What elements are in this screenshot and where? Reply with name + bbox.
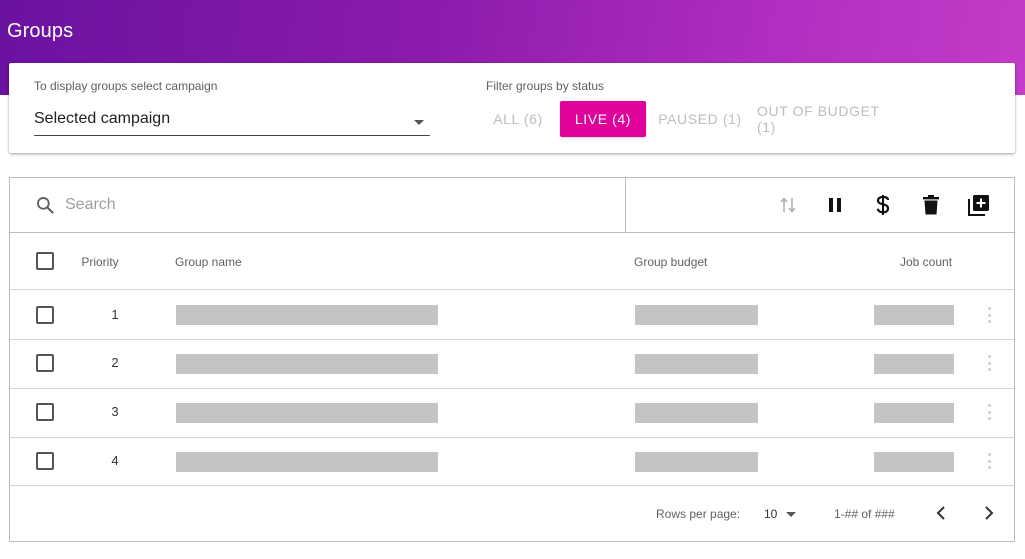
rows-per-page-select[interactable]: 10	[764, 505, 800, 523]
group-budget-placeholder	[635, 403, 758, 423]
search-box	[10, 178, 626, 232]
status-filter-paused[interactable]: PAUSED (1)	[657, 101, 743, 137]
chevron-right-icon	[985, 506, 994, 520]
column-header-group-budget[interactable]: Group budget	[634, 255, 707, 269]
row-more-icon[interactable]	[983, 451, 995, 471]
group-name-placeholder	[176, 354, 438, 374]
group-name-placeholder	[176, 403, 438, 423]
row-checkbox[interactable]	[36, 403, 54, 421]
row-checkbox[interactable]	[36, 354, 54, 372]
column-header-priority[interactable]: Priority	[70, 255, 130, 269]
table-row[interactable]: 3	[10, 389, 1014, 438]
status-filter-live[interactable]: LIVE (4)	[560, 101, 646, 137]
status-filter-label: Filter groups by status	[486, 79, 605, 93]
job-count-placeholder	[874, 403, 954, 423]
search-input[interactable]	[65, 192, 605, 218]
table-row[interactable]: 2	[10, 340, 1014, 389]
campaign-select[interactable]: Selected campaign	[34, 105, 430, 136]
search-icon	[37, 197, 54, 214]
status-filter-out-of-budget[interactable]: OUT OF BUDGET (1)	[757, 101, 901, 137]
row-priority: 4	[111, 453, 119, 468]
row-more-icon[interactable]	[983, 402, 995, 422]
row-checkbox[interactable]	[36, 452, 54, 470]
delete-icon[interactable]	[918, 192, 944, 218]
table-row[interactable]: 4	[10, 438, 1014, 486]
previous-page-button[interactable]	[929, 501, 953, 525]
row-more-icon[interactable]	[983, 353, 995, 373]
column-header-job-count[interactable]: Job count	[900, 255, 952, 269]
group-name-placeholder	[176, 305, 438, 325]
next-page-button[interactable]	[977, 501, 1001, 525]
row-more-icon[interactable]	[983, 305, 995, 325]
row-priority: 1	[111, 307, 119, 322]
job-count-placeholder	[874, 452, 954, 472]
campaign-label: To display groups select campaign	[34, 79, 218, 93]
row-priority: 3	[111, 404, 119, 419]
sort-icon[interactable]	[775, 192, 801, 218]
groups-table: Priority Group name Group budget Job cou…	[9, 177, 1015, 542]
campaign-select-value: Selected campaign	[34, 110, 171, 127]
table-header-row: Priority Group name Group budget Job cou…	[10, 233, 1014, 290]
dropdown-arrow-icon	[786, 512, 796, 517]
dollar-icon[interactable]	[870, 192, 896, 218]
select-all-checkbox[interactable]	[36, 252, 54, 270]
column-header-group-name[interactable]: Group name	[175, 255, 242, 269]
pagination-range: 1-## of ###	[834, 507, 895, 521]
chevron-left-icon	[936, 506, 945, 520]
pause-icon[interactable]	[822, 192, 848, 218]
table-row[interactable]: 1	[10, 290, 1014, 340]
filter-card: To display groups select campaign Select…	[9, 63, 1015, 153]
row-priority: 2	[111, 355, 119, 370]
table-toolbar	[10, 178, 1014, 233]
status-filter-all[interactable]: ALL (6)	[486, 101, 550, 137]
group-budget-placeholder	[635, 452, 758, 472]
add-box-icon[interactable]	[966, 192, 992, 218]
job-count-placeholder	[874, 305, 954, 325]
job-count-placeholder	[874, 354, 954, 374]
rows-per-page-value: 10	[764, 507, 778, 521]
group-budget-placeholder	[635, 354, 758, 374]
dropdown-arrow-icon	[414, 120, 424, 125]
row-checkbox[interactable]	[36, 306, 54, 324]
rows-per-page-label: Rows per page:	[656, 507, 741, 521]
group-budget-placeholder	[635, 305, 758, 325]
page-title: Groups	[7, 20, 74, 42]
table-footer: Rows per page: 10 1-## of ###	[10, 485, 1014, 541]
group-name-placeholder	[176, 452, 438, 472]
